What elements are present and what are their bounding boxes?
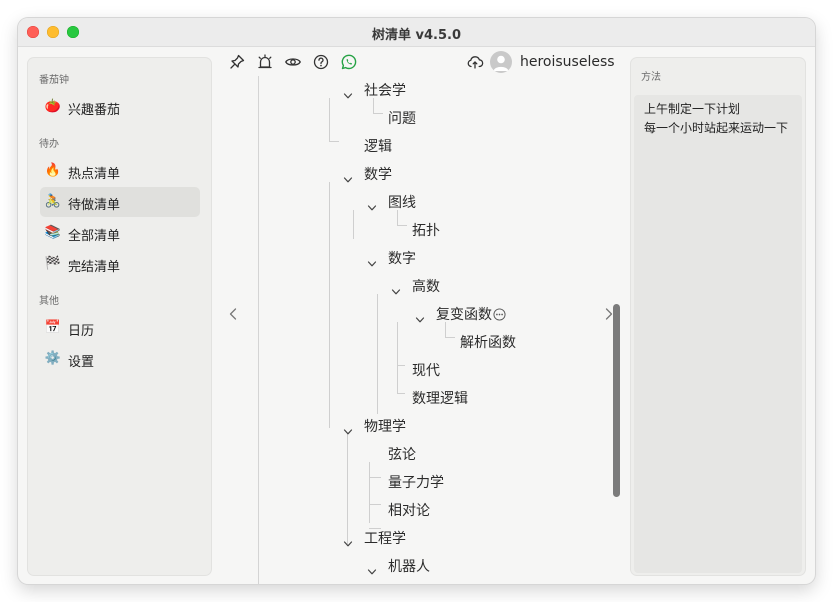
sidebar-item-calendar[interactable]: 📅 日历 (40, 313, 200, 343)
tree-guide-line (397, 365, 398, 393)
tree-node[interactable]: 高数 (412, 276, 440, 296)
chevron-down-icon[interactable] (367, 198, 377, 211)
tree-node[interactable]: 现代 (412, 360, 440, 380)
window-title: 树清单 v4.5.0 (371, 28, 461, 43)
section-heading-todo: 待办 (39, 139, 59, 150)
sidebar-item-settings[interactable]: ⚙️ 设置 (40, 344, 200, 374)
sidebar-item-label: 完结清单 (68, 260, 121, 275)
tree-guide-line (373, 98, 374, 113)
chevron-down-icon[interactable] (343, 86, 353, 99)
tree-node[interactable]: 数理逻辑 (412, 388, 468, 408)
tree-node-label: 复变函数 (436, 307, 492, 323)
chevron-down-icon[interactable] (415, 310, 425, 323)
section-heading-other: 其他 (39, 296, 59, 307)
tree-guide-line (258, 76, 259, 584)
tree-guide-line (445, 322, 446, 337)
sidebar-item-label: 兴趣番茄 (68, 103, 121, 118)
tomato-icon: 🍅 (44, 99, 62, 114)
tree-guide-line (329, 141, 339, 142)
chevron-left-icon[interactable] (228, 307, 238, 325)
sidebar-item-label: 设置 (68, 355, 95, 370)
tree-node[interactable]: 解析函数 (460, 332, 516, 352)
tree-scrollbar[interactable] (613, 304, 620, 497)
tree-guide-line (397, 393, 405, 394)
tree-guide-line (377, 294, 378, 414)
chevron-down-icon[interactable] (391, 282, 401, 295)
help-icon[interactable] (312, 53, 330, 71)
tree-guide-line (369, 477, 381, 478)
chevron-down-icon[interactable] (343, 534, 353, 547)
books-icon: 📚 (44, 225, 62, 240)
tree-node[interactable]: 相对论 (388, 500, 430, 520)
sidebar-item-interest-pomodoro[interactable]: 🍅 兴趣番茄 (40, 92, 200, 122)
chevron-down-icon[interactable] (343, 422, 353, 435)
sidebar-item-label: 热点清单 (68, 167, 121, 182)
section-heading-pomodoro: 番茄钟 (39, 75, 69, 86)
tree-guide-line (329, 182, 330, 428)
tree-guide-line (397, 210, 398, 225)
sidebar-item-label: 待做清单 (68, 198, 121, 213)
tree-node[interactable]: 数学 (364, 164, 392, 184)
fire-icon: 🔥 (44, 163, 62, 178)
title-bar: 树清单 v4.5.0 (18, 18, 815, 47)
sidebar-item-todo-list[interactable]: 🚴 待做清单 (40, 187, 200, 217)
chevron-down-icon[interactable] (367, 562, 377, 575)
sidebar-item-label: 日历 (68, 324, 95, 339)
chevron-down-icon[interactable] (343, 170, 353, 183)
whatsapp-icon[interactable] (340, 53, 358, 71)
username[interactable]: heroisuseless (520, 54, 615, 70)
tree-node-with-more[interactable]: 复变函数 (436, 304, 506, 324)
calendar-icon: 📅 (44, 320, 62, 335)
tree-node[interactable]: 逻辑 (364, 136, 392, 156)
more-options-icon[interactable] (493, 308, 506, 321)
chevron-down-icon[interactable] (367, 254, 377, 267)
tree-node[interactable]: 机器人 (388, 556, 430, 576)
tree-guide-line (329, 98, 330, 141)
note-line: 上午制定一下计划 (644, 102, 741, 116)
tree-guide-line (353, 210, 354, 239)
note-line: 每一个小时站起来运动一下 (644, 121, 789, 135)
tree-guide-line (397, 365, 405, 366)
sidebar-item-finished-lists[interactable]: 🏁 完结清单 (40, 249, 200, 279)
pin-icon[interactable] (228, 53, 246, 71)
notes-content[interactable]: 上午制定一下计划 每一个小时站起来运动一下 (634, 95, 802, 573)
sidebar-item-hot-list[interactable]: 🔥 热点清单 (40, 156, 200, 186)
task-tree: 社会学 问题 逻辑 数学 图线 拓扑 数字 高数 复变函数 解析函数 现代 数理… (258, 76, 628, 584)
sidebar: 番茄钟 🍅 兴趣番茄 待办 🔥 热点清单 🚴 待做清单 📚 全部清单 🏁 完结清… (28, 58, 211, 575)
tree-guide-line (347, 434, 348, 544)
tree-node[interactable]: 弦论 (388, 444, 416, 464)
tree-node[interactable]: 社会学 (364, 80, 406, 100)
tree-node[interactable]: 数字 (388, 248, 416, 268)
gear-icon: ⚙️ (44, 351, 62, 366)
sidebar-item-all-lists[interactable]: 📚 全部清单 (40, 218, 200, 248)
alarm-icon[interactable] (256, 53, 274, 71)
notes-panel: 方法 上午制定一下计划 每一个小时站起来运动一下 (631, 58, 805, 575)
tree-guide-line (373, 113, 383, 114)
cloud-sync-icon[interactable] (466, 53, 484, 71)
notes-heading: 方法 (641, 72, 661, 83)
tree-node[interactable]: 工程学 (364, 528, 406, 548)
avatar[interactable] (490, 51, 512, 73)
tree-node[interactable]: 问题 (388, 108, 416, 128)
tree-guide-line (397, 225, 407, 226)
tree-guide-line (445, 337, 455, 338)
checkered-flag-icon: 🏁 (44, 256, 62, 271)
tree-guide-line (369, 462, 370, 523)
sidebar-item-label: 全部清单 (68, 229, 121, 244)
app-window: 树清单 v4.5.0 番茄钟 🍅 兴趣番茄 待办 🔥 热点清单 🚴 待做清单 📚… (18, 18, 815, 584)
tree-node[interactable]: 图线 (388, 192, 416, 212)
tree-node[interactable]: 物理学 (364, 416, 406, 436)
tree-node[interactable]: 拓扑 (412, 220, 440, 240)
tree-guide-line (369, 504, 381, 505)
tree-guide-line (397, 322, 398, 365)
cyclist-icon: 🚴 (44, 194, 62, 209)
tree-node[interactable]: 量子力学 (388, 472, 444, 492)
eye-icon[interactable] (284, 53, 302, 71)
